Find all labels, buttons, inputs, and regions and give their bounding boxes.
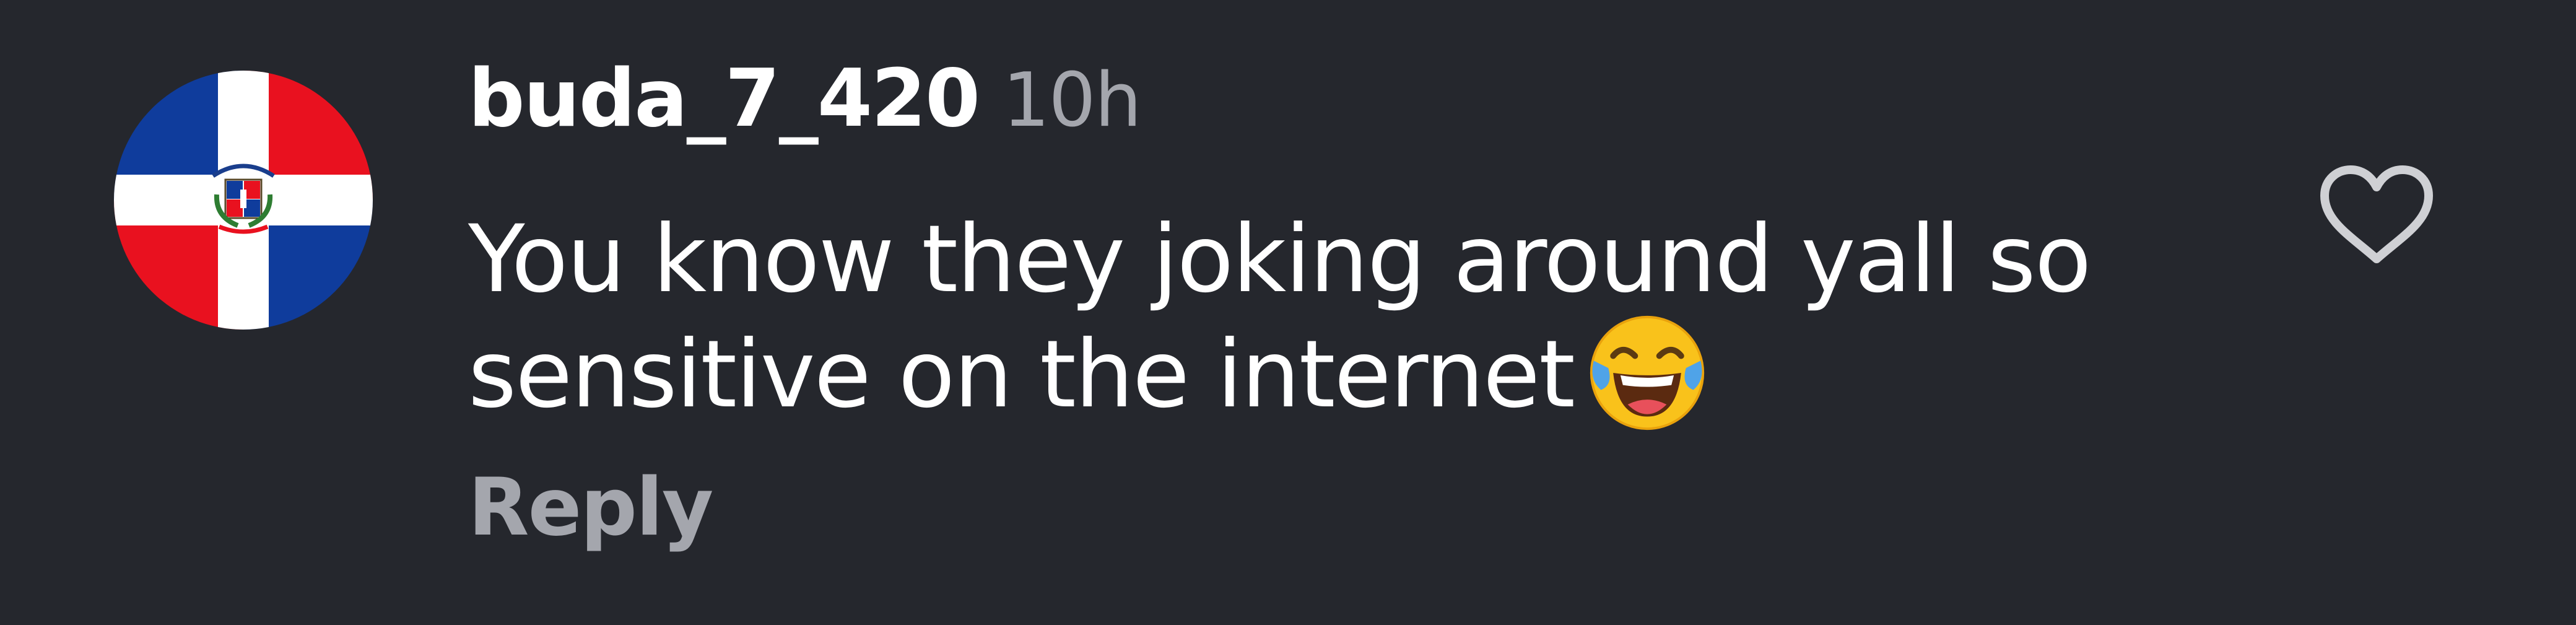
comment-text-line: sensitive on the internet: [468, 315, 2239, 434]
comment-text-line-content: sensitive on the internet: [468, 321, 1575, 429]
heart-outline-icon: [2320, 165, 2433, 263]
comment-text: You know they joking around yall so sens…: [468, 202, 2239, 434]
laughing-emoji-icon: [1586, 312, 1708, 434]
comment-item: buda_7_420 10h You know they joking aroun…: [0, 0, 2576, 625]
reply-button[interactable]: Reply: [468, 468, 713, 548]
comment-timestamp: 10h: [1003, 58, 1142, 144]
avatar[interactable]: [114, 71, 373, 330]
username-link[interactable]: buda_7_420: [468, 53, 980, 145]
like-button[interactable]: [2316, 162, 2437, 268]
comment-header: buda_7_420 10h: [468, 59, 1142, 139]
comment-text-line: You know they joking around yall so: [468, 206, 2092, 313]
dominican-republic-flag-icon: [114, 71, 373, 330]
